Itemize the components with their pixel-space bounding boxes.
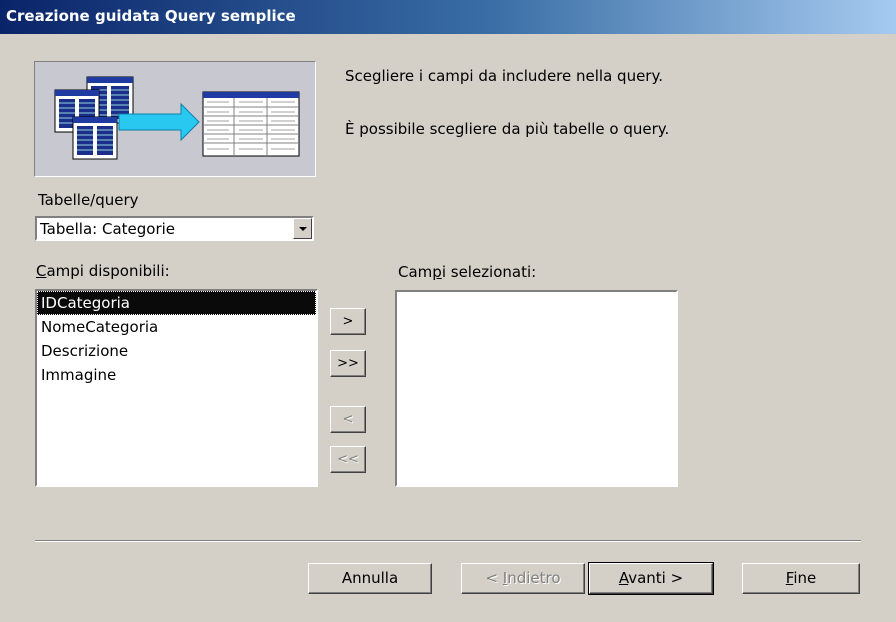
window-title: Creazione guidata Query semplice: [6, 7, 296, 25]
title-bar[interactable]: Creazione guidata Query semplice: [0, 0, 896, 34]
tables-combobox-value: Tabella: Categorie: [40, 220, 176, 238]
back-button[interactable]: < Indietro: [461, 563, 585, 594]
available-fields-list[interactable]: IDCategoria NomeCategoria Descrizione Im…: [35, 289, 318, 487]
intro-line-2: È possibile scegliere da più tabelle o q…: [345, 120, 670, 138]
intro-line-1: Scegliere i campi da includere nella que…: [345, 67, 663, 85]
finish-button[interactable]: Fine: [742, 563, 860, 594]
tables-to-query-icon: [54, 76, 300, 160]
list-item-idcategoria[interactable]: IDCategoria: [37, 291, 316, 315]
list-item-nomecategoria[interactable]: NomeCategoria: [37, 315, 316, 339]
selected-fields-label: Campi selezionati:: [398, 263, 537, 281]
dropdown-arrow-icon[interactable]: [293, 218, 312, 239]
separator: [35, 540, 861, 542]
tables-label: Tabelle/query: [38, 191, 139, 209]
next-button[interactable]: Avanti >: [588, 562, 714, 595]
list-item-immagine[interactable]: Immagine: [37, 363, 316, 387]
cancel-button[interactable]: Annulla: [308, 563, 432, 594]
selected-fields-list[interactable]: [395, 290, 678, 487]
add-field-button[interactable]: >: [330, 308, 366, 335]
wizard-illustration: [34, 61, 316, 177]
available-fields-label: Campi disponibili:: [36, 262, 170, 280]
list-item-descrizione[interactable]: Descrizione: [37, 339, 316, 363]
add-all-fields-button[interactable]: >>: [330, 350, 366, 377]
remove-all-fields-button[interactable]: <<: [330, 446, 366, 473]
tables-combobox[interactable]: Tabella: Categorie: [35, 216, 314, 241]
remove-field-button[interactable]: <: [330, 406, 366, 433]
